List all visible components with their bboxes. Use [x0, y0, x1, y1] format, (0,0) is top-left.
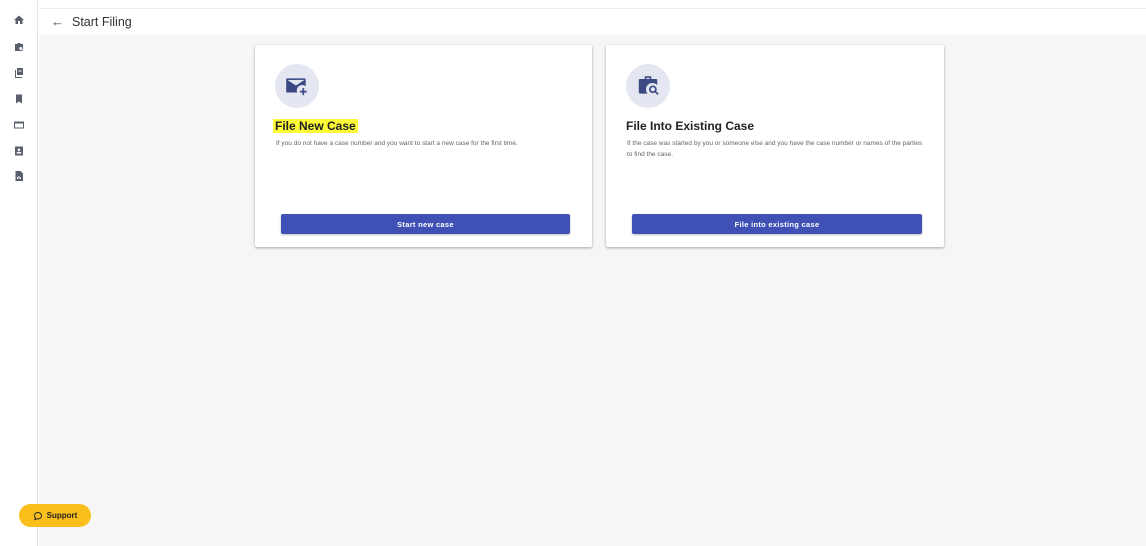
briefcase-search-icon	[638, 76, 659, 95]
chat-bubble-icon	[33, 511, 42, 520]
back-arrow-icon[interactable]: ←	[51, 15, 64, 28]
support-label: Support	[46, 511, 78, 520]
file-into-existing-case-button[interactable]: File into existing case	[632, 214, 922, 234]
sidebar-item-bookmark[interactable]	[11, 91, 27, 107]
card-description: If you do not have a case number and you…	[276, 140, 518, 147]
card-title: File Into Existing Case	[626, 119, 755, 133]
card-title: File New Case	[273, 119, 358, 133]
app-root: ← Start Filing File New Case If you do n…	[0, 0, 1146, 546]
bookmark-icon	[16, 94, 22, 104]
home-icon	[14, 15, 24, 24]
card-icon-circle	[626, 64, 670, 108]
main-content: File New Case If you do not have a case …	[39, 35, 1146, 546]
sidebar-item-contact[interactable]	[11, 143, 27, 159]
sidebar-item-home[interactable]	[11, 12, 27, 28]
header: ← Start Filing	[39, 8, 1146, 34]
sidebar-item-case-search[interactable]	[11, 39, 27, 55]
back-link[interactable]: ← Start Filing	[51, 15, 132, 29]
sidebar-item-card[interactable]	[11, 117, 27, 133]
card-icon	[14, 121, 24, 129]
page-title: Start Filing	[72, 14, 132, 29]
file-existing-case-card: File Into Existing Case If the case was …	[606, 45, 944, 247]
card-icon-circle	[275, 64, 319, 108]
contact-icon	[15, 146, 23, 156]
case-search-icon	[15, 43, 24, 51]
sidebar-item-copy-document[interactable]	[11, 65, 27, 81]
start-new-case-button[interactable]: Start new case	[281, 214, 570, 234]
report-icon	[15, 171, 23, 181]
support-button[interactable]: Support	[19, 504, 91, 527]
mail-add-icon	[286, 78, 307, 96]
sidebar	[0, 0, 38, 546]
card-description: If the case was started by you or someon…	[627, 140, 923, 158]
copy-document-icon	[15, 68, 23, 78]
sidebar-item-report[interactable]	[11, 168, 27, 184]
file-new-case-card: File New Case If you do not have a case …	[255, 45, 592, 247]
